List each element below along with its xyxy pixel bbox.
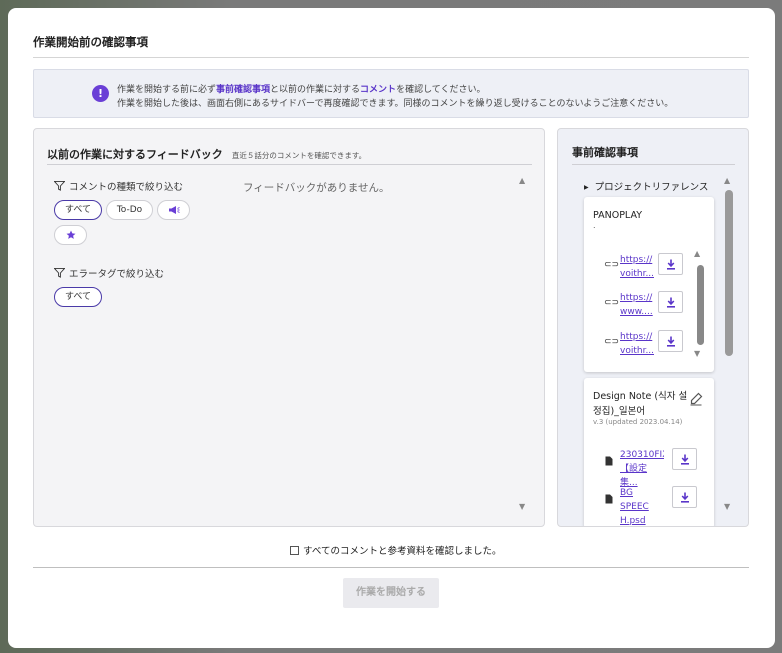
download-icon [667,336,675,347]
caret-right-icon: ▶ [584,184,589,191]
precheck-title: 事前確認事項 [572,146,638,159]
card-title-line-1: Design Note (식자 설 [593,391,688,402]
title-divider [33,57,749,58]
notice-highlight-comment: コメント [360,85,397,95]
panel-scroll-down-arrow[interactable]: ▼ [724,502,730,511]
document-icon [605,494,613,507]
edit-icon[interactable] [689,392,703,406]
download-button[interactable] [658,291,683,313]
star-icon [66,230,75,239]
project-reference-label: プロジェクトリファレンス [594,182,709,193]
link-text-line: www.... [620,307,653,317]
card-scroll-up-arrow[interactable]: ▲ [694,249,700,258]
link-text-line: https:// [620,255,653,265]
modal-title: 作業開始前の確認事項 [33,35,148,49]
feedback-title: 以前の作業に対するフィードバック [47,148,223,161]
type-chip-announcement[interactable] [157,200,190,220]
download-icon [667,259,675,270]
reference-link[interactable]: https:// www.... [620,291,654,319]
type-chip-all[interactable]: すべて [54,200,102,220]
notice-line-1: 作業を開始する前に必ず事前確認事項と以前の作業に対するコメントを確認してください… [117,82,486,95]
download-button[interactable] [672,486,697,508]
filter-error-label: エラータグで絞り込む [54,266,164,280]
confirm-checkbox-row[interactable]: すべてのコメントと参考資料を確認しました。 [290,543,501,557]
project-reference-toggle[interactable]: ▶ プロジェクトリファレンス [584,179,708,193]
megaphone-icon [168,206,180,214]
pre-work-modal: 作業開始前の確認事項 ! 作業を開始する前に必ず事前確認事項と以前の作業に対する… [8,8,775,648]
card-scrollbar-thumb[interactable] [697,265,704,345]
scroll-down-arrow[interactable]: ▼ [519,502,525,511]
reference-card-panoplay: PANOPLAY . ⊂⊃ https:// voithr... ⊂⊃ http… [584,197,714,372]
filter-type-text: コメントの種類で絞り込む [69,182,184,193]
card-title: PANOPLAY [593,210,643,221]
footer-divider [33,567,749,568]
panel-scroll-up-arrow[interactable]: ▲ [724,176,730,185]
type-chip-todo[interactable]: To-Do [106,200,153,220]
filter-type-label: コメントの種類で絞り込む [54,179,183,193]
link-icon: ⊂⊃ [604,298,620,308]
file-link[interactable]: BG SPEEC H.psd [620,486,664,526]
notice-text: と以前の作業に対する [270,85,361,95]
reference-card-design-note: Design Note (식자 설 정집)_일본어 v.3 (updated 2… [584,378,714,526]
link-icon: ⊂⊃ [604,260,620,270]
notice-banner: ! 作業を開始する前に必ず事前確認事項と以前の作業に対するコメントを確認してくだ… [33,69,749,118]
file-text-line: BG SPEEC [620,488,649,512]
download-button[interactable] [658,330,683,352]
confirm-label: すべてのコメントと参考資料を確認しました。 [303,546,502,557]
reference-link[interactable]: https:// voithr... [620,253,654,281]
filter-icon [54,181,65,191]
panel-scrollbar-thumb[interactable] [725,190,733,356]
document-icon [605,456,613,469]
download-icon [681,492,689,503]
card-title-line-2: 정집)_일본어 [593,406,646,417]
empty-feedback-message: フィードバックがありません。 [243,182,390,194]
filter-icon [54,268,65,278]
link-text-line: voithr... [620,346,654,356]
type-chip-star[interactable] [54,225,87,245]
card-version: v.3 (updated 2023.04.14) [593,418,683,426]
link-text-line: https:// [620,293,653,303]
feedback-panel: 以前の作業に対するフィードバック 直近５話分のコメントを確認できます。 コメント… [33,128,545,527]
info-icon: ! [92,85,109,102]
confirm-checkbox[interactable] [290,546,299,555]
notice-text: 作業を開始する前に必ず [117,85,217,95]
start-work-button[interactable]: 作業を開始する [343,578,439,608]
download-icon [667,297,675,308]
file-link[interactable]: 230310FIX 【設定集... [620,448,664,490]
feedback-divider [47,164,532,165]
scroll-up-arrow[interactable]: ▲ [519,176,525,185]
card-scroll-down-arrow[interactable]: ▼ [694,349,700,358]
notice-line-2: 作業を開始した後は、画面右側にあるサイドバーで再度確認できます。同様のコメントを… [117,99,674,109]
precheck-panel: 事前確認事項 ▶ プロジェクトリファレンス PANOPLAY . ⊂⊃ https… [557,128,749,527]
feedback-header: 以前の作業に対するフィードバック 直近５話分のコメントを確認できます。 [47,143,366,162]
notice-text: を確認してください。 [396,85,486,95]
precheck-divider [572,164,735,165]
card-description: . [593,221,596,230]
link-icon: ⊂⊃ [604,337,620,347]
notice-highlight-precheck: 事前確認事項 [216,85,271,95]
filter-error-text: エラータグで絞り込む [69,269,165,280]
link-text-line: https:// [620,332,653,342]
file-text-line: 230310FIX [620,450,664,460]
download-icon [681,454,689,465]
download-button[interactable] [672,448,697,470]
download-button[interactable] [658,253,683,275]
link-text-line: voithr... [620,269,654,279]
error-chip-all[interactable]: すべて [54,287,102,307]
reference-link[interactable]: https:// voithr... [620,330,654,358]
feedback-subtitle: 直近５話分のコメントを確認できます。 [231,151,367,160]
file-text-line: H.psd [620,516,646,526]
